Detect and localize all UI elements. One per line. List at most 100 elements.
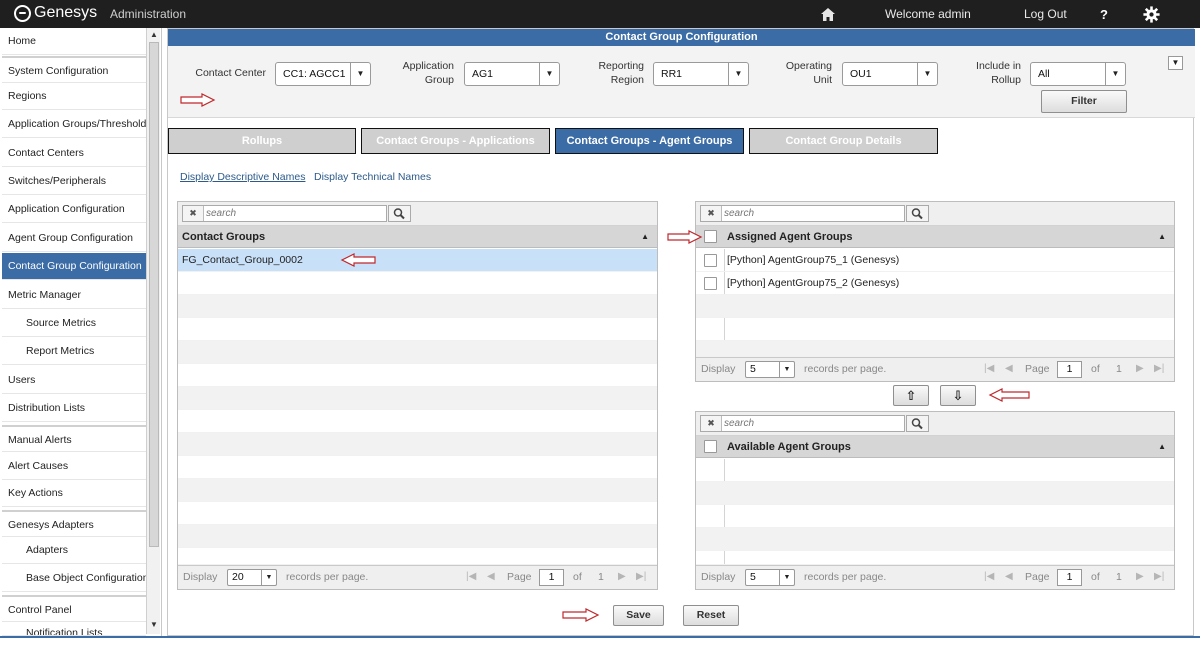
display-descriptive-names-link[interactable]: Display Descriptive Names	[180, 171, 305, 183]
first-page-icon[interactable]: |◀	[466, 566, 476, 588]
contact-center-select[interactable]: CC1: AGCC1 ▼	[275, 62, 371, 86]
search-input[interactable]	[724, 207, 894, 220]
save-button[interactable]: Save	[613, 605, 664, 626]
select-all-checkbox[interactable]	[704, 440, 717, 453]
table-row	[696, 295, 1174, 318]
chevron-down-icon[interactable]: ▼	[728, 63, 748, 85]
sidebar-item-notification-lists[interactable]: Notification Lists	[2, 622, 146, 636]
reset-button[interactable]: Reset	[683, 605, 739, 626]
sidebar-item-regions[interactable]: Regions	[2, 83, 146, 110]
display-technical-names-link[interactable]: Display Technical Names	[314, 171, 431, 183]
home-icon[interactable]	[821, 8, 835, 21]
sidebar-item-users[interactable]: Users	[2, 367, 146, 394]
logout-link[interactable]: Log Out	[1024, 7, 1067, 21]
reporting-region-label: Reporting Region	[598, 60, 644, 86]
tab-contact-groups-applications[interactable]: Contact Groups - Applications	[361, 128, 550, 154]
sidebar-item-application-configuration[interactable]: Application Configuration	[2, 196, 146, 223]
prev-page-icon[interactable]: ◀	[487, 566, 495, 588]
search-bar: ✖	[178, 202, 657, 226]
first-page-icon[interactable]: |◀	[984, 358, 994, 380]
gear-icon[interactable]	[1143, 6, 1160, 23]
chevron-down-icon[interactable]: ▼	[1105, 63, 1125, 85]
include-in-rollup-select[interactable]: All ▼	[1030, 62, 1126, 86]
sort-asc-icon[interactable]: ▲	[1158, 226, 1166, 248]
sidebar-scrollbar[interactable]: ▲ ▼	[146, 28, 160, 634]
table-row	[178, 318, 657, 341]
row-checkbox[interactable]	[704, 254, 717, 267]
search-button[interactable]	[906, 415, 929, 432]
scroll-down-icon[interactable]: ▼	[149, 620, 159, 630]
sidebar-item-source-metrics[interactable]: Source Metrics	[2, 310, 146, 337]
sidebar-item-key-actions[interactable]: Key Actions	[2, 480, 146, 507]
last-page-icon[interactable]: ▶|	[1154, 358, 1164, 380]
page-size-select[interactable]: 5 ▼	[745, 361, 795, 378]
tab-rollups[interactable]: Rollups	[168, 128, 356, 154]
sidebar-item-contact-group-configuration[interactable]: Contact Group Configuration	[2, 253, 146, 280]
sidebar-item-contact-centers[interactable]: Contact Centers	[2, 140, 146, 167]
search-button[interactable]	[906, 205, 929, 222]
page-number-input[interactable]: 1	[539, 569, 564, 586]
sidebar-item-distribution-lists[interactable]: Distribution Lists	[2, 395, 146, 422]
contact-groups-header[interactable]: Contact Groups ▲	[178, 226, 657, 248]
filter-button[interactable]: Filter	[1041, 90, 1127, 113]
clear-search-icon[interactable]: ✖	[701, 416, 722, 431]
help-icon[interactable]: ?	[1100, 7, 1108, 22]
search-input[interactable]	[724, 417, 894, 430]
sidebar-item-application-groups[interactable]: Application Groups/Thresholds	[2, 111, 146, 138]
prev-page-icon[interactable]: ◀	[1005, 566, 1013, 588]
page-size-select[interactable]: 5 ▼	[745, 569, 795, 586]
clear-search-icon[interactable]: ✖	[183, 206, 204, 221]
clear-search-icon[interactable]: ✖	[701, 206, 722, 221]
table-row[interactable]: [Python] AgentGroup75_2 (Genesys)	[696, 272, 1174, 295]
table-row[interactable]: [Python] AgentGroup75_1 (Genesys)	[696, 249, 1174, 272]
next-page-icon[interactable]: ▶	[1136, 566, 1144, 588]
page-number-input[interactable]: 1	[1057, 569, 1082, 586]
collapse-filter-icon[interactable]: ▼	[1168, 56, 1183, 70]
page-size-select[interactable]: 20 ▼	[227, 569, 277, 586]
operating-unit-select[interactable]: OU1 ▼	[842, 62, 938, 86]
first-page-icon[interactable]: |◀	[984, 566, 994, 588]
next-page-icon[interactable]: ▶	[618, 566, 626, 588]
assigned-agent-groups-header[interactable]: Assigned Agent Groups ▲	[696, 226, 1174, 248]
prev-page-icon[interactable]: ◀	[1005, 358, 1013, 380]
sidebar-item-agent-group-configuration[interactable]: Agent Group Configuration	[2, 225, 146, 252]
sidebar-item-genesys-adapters[interactable]: Genesys Adapters	[2, 510, 146, 537]
annotation-arrow-icon	[180, 93, 216, 107]
scrollbar-thumb[interactable]	[149, 42, 159, 547]
sidebar-item-control-panel[interactable]: Control Panel	[2, 595, 146, 622]
tab-contact-groups-agent-groups[interactable]: Contact Groups - Agent Groups	[555, 128, 744, 154]
move-down-button[interactable]: ⇩	[940, 385, 976, 406]
chevron-down-icon[interactable]: ▼	[350, 63, 370, 85]
select-all-checkbox[interactable]	[704, 230, 717, 243]
table-row	[178, 502, 657, 525]
reporting-region-select[interactable]: RR1 ▼	[653, 62, 749, 86]
last-page-icon[interactable]: ▶|	[1154, 566, 1164, 588]
chevron-down-icon[interactable]: ▼	[539, 63, 559, 85]
table-row	[178, 479, 657, 502]
table-row[interactable]: FG_Contact_Group_0002	[178, 249, 657, 272]
sidebar-item-adapters[interactable]: Adapters	[2, 537, 146, 564]
sidebar-item-switches[interactable]: Switches/Peripherals	[2, 168, 146, 195]
search-input[interactable]	[206, 207, 376, 220]
sidebar-item-alert-causes[interactable]: Alert Causes	[2, 453, 146, 480]
available-agent-groups-header[interactable]: Available Agent Groups ▲	[696, 436, 1174, 458]
row-checkbox[interactable]	[704, 277, 717, 290]
sidebar: Home System Configuration Regions Applic…	[0, 28, 162, 636]
sidebar-item-home[interactable]: Home	[2, 28, 146, 55]
chevron-down-icon[interactable]: ▼	[917, 63, 937, 85]
sidebar-item-manual-alerts[interactable]: Manual Alerts	[2, 425, 146, 452]
tab-contact-group-details[interactable]: Contact Group Details	[749, 128, 938, 154]
sidebar-item-report-metrics[interactable]: Report Metrics	[2, 338, 146, 365]
sort-asc-icon[interactable]: ▲	[641, 226, 649, 248]
application-group-select[interactable]: AG1 ▼	[464, 62, 560, 86]
search-button[interactable]	[388, 205, 411, 222]
scroll-up-icon[interactable]: ▲	[149, 30, 159, 40]
next-page-icon[interactable]: ▶	[1136, 358, 1144, 380]
sidebar-item-metric-manager[interactable]: Metric Manager	[2, 282, 146, 309]
page-number-input[interactable]: 1	[1057, 361, 1082, 378]
sort-asc-icon[interactable]: ▲	[1158, 436, 1166, 458]
last-page-icon[interactable]: ▶|	[636, 566, 646, 588]
sidebar-item-base-object-configuration[interactable]: Base Object Configuration	[2, 565, 146, 592]
sidebar-item-system-configuration[interactable]: System Configuration	[2, 56, 146, 83]
move-up-button[interactable]: ⇧	[893, 385, 929, 406]
